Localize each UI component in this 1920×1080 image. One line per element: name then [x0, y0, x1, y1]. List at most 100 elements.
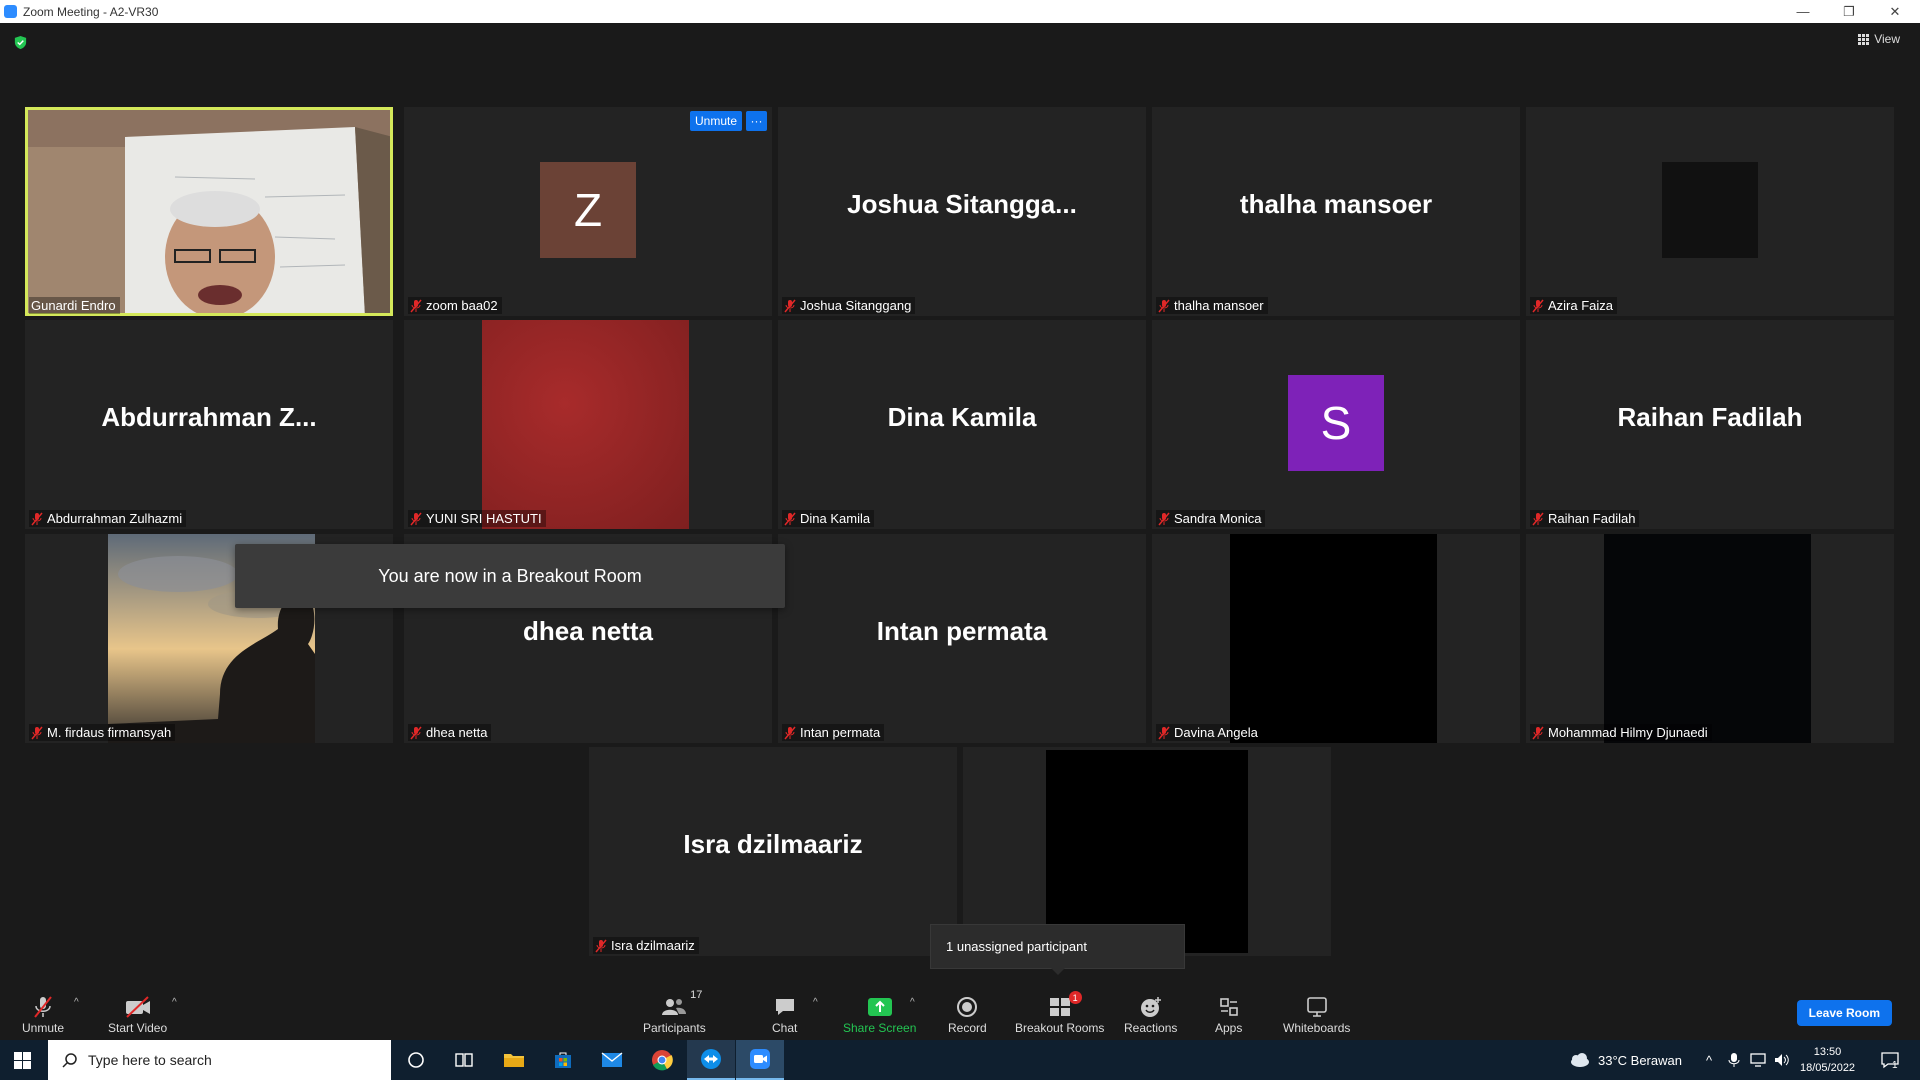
- microphone-tray-icon[interactable]: [1728, 1040, 1740, 1080]
- participant-name-tag: Davina Angela: [1156, 724, 1262, 741]
- window-titlebar: Zoom Meeting - A2-VR30 — ❐ ✕: [0, 0, 1920, 23]
- encryption-shield-icon[interactable]: [13, 35, 28, 50]
- view-button[interactable]: View: [1858, 32, 1900, 46]
- chat-label: Chat: [772, 1021, 798, 1035]
- zoom-taskbar-icon[interactable]: [736, 1040, 784, 1080]
- windows-taskbar: Type here to search 33°C Berawan ^ 13:50…: [0, 1040, 1920, 1080]
- participant-name-tag: Abdurrahman Zulhazmi: [29, 510, 187, 527]
- whiteboard-icon: [1306, 997, 1327, 1017]
- start-video-button[interactable]: Start Video: [108, 993, 167, 1035]
- file-explorer-icon[interactable]: [490, 1040, 538, 1080]
- notification-center-icon[interactable]: 1: [1880, 1040, 1899, 1080]
- participant-name-tag: Joshua Sitanggang: [782, 297, 916, 314]
- video-tile-joshua-sitanggang[interactable]: Joshua Sitangga... Joshua Sitanggang: [778, 107, 1146, 316]
- video-tile-thalha-mansoer[interactable]: thalha mansoer thalha mansoer: [1152, 107, 1520, 316]
- participant-display-name: Joshua Sitangga...: [847, 189, 1077, 219]
- video-tile-isra-dzilmaariz[interactable]: Isra dzilmaariz Isra dzilmaariz: [589, 747, 957, 956]
- participant-name: thalha mansoer: [1174, 298, 1264, 313]
- share-screen-icon: [867, 998, 892, 1016]
- volume-tray-icon[interactable]: [1774, 1040, 1790, 1080]
- search-icon: [62, 1053, 77, 1068]
- task-view-icon[interactable]: [440, 1040, 488, 1080]
- zoom-app-icon: [4, 5, 17, 18]
- breakout-rooms-button[interactable]: 1 Breakout Rooms: [1015, 991, 1104, 1035]
- participant-display-name: Raihan Fadilah: [1617, 402, 1803, 432]
- video-tile-yuni-sri-hastuti[interactable]: YUNI SRI HASTUTI: [404, 320, 772, 529]
- network-tray-icon[interactable]: [1750, 1040, 1768, 1080]
- participant-name-tag: Azira Faiza: [1530, 297, 1618, 314]
- chat-button[interactable]: Chat: [772, 993, 797, 1035]
- muted-mic-icon: [1532, 299, 1544, 312]
- tile-more-options-button[interactable]: ···: [746, 111, 767, 131]
- share-screen-button[interactable]: Share Screen: [843, 993, 916, 1035]
- minimize-button[interactable]: —: [1780, 0, 1826, 23]
- whiteboards-button[interactable]: Whiteboards: [1283, 993, 1350, 1035]
- tile-unmute-button[interactable]: Unmute: [690, 111, 743, 131]
- participant-avatar: [1662, 162, 1758, 258]
- audio-options-caret-icon[interactable]: ^: [74, 997, 79, 1008]
- video-options-caret-icon[interactable]: ^: [172, 997, 177, 1008]
- video-tile-intan-permata[interactable]: Intan permata Intan permata: [778, 534, 1146, 743]
- record-button[interactable]: Record: [948, 993, 987, 1035]
- video-tile-zoom-baa02[interactable]: Z zoom baa02: [404, 107, 772, 316]
- video-tile-raihan-fadilah[interactable]: Raihan Fadilah Raihan Fadilah: [1526, 320, 1894, 529]
- muted-mic-icon: [784, 299, 796, 312]
- participant-name: M. firdaus firmansyah: [47, 725, 172, 740]
- participant-name: dhea netta: [426, 725, 488, 740]
- video-tile-dina-kamila[interactable]: Dina Kamila Dina Kamila: [778, 320, 1146, 529]
- share-screen-label: Share Screen: [843, 1021, 917, 1035]
- unmute-button[interactable]: Unmute: [22, 993, 64, 1035]
- chrome-icon[interactable]: [638, 1040, 686, 1080]
- apps-button[interactable]: Apps: [1215, 993, 1242, 1035]
- clock-time: 13:50: [1813, 1046, 1842, 1058]
- cortana-circle-icon[interactable]: [392, 1040, 440, 1080]
- participant-video: [482, 320, 689, 529]
- record-icon: [957, 997, 978, 1017]
- video-tile-abdurrahman-zulhazmi[interactable]: Abdurrahman Z... Abdurrahman Zulhazmi: [25, 320, 393, 529]
- leave-room-button[interactable]: Leave Room: [1796, 1000, 1892, 1026]
- participant-name: Intan permata: [800, 725, 881, 740]
- weather-widget[interactable]: 33°C Berawan: [1568, 1040, 1682, 1080]
- restore-button[interactable]: ❐: [1826, 0, 1872, 23]
- participants-count: 17: [690, 989, 703, 1001]
- participants-button[interactable]: 17 Participants: [643, 989, 706, 1035]
- participant-name-tag: Gunardi Endro: [29, 297, 120, 314]
- participant-name: zoom baa02: [426, 298, 498, 313]
- microsoft-store-icon[interactable]: [539, 1040, 587, 1080]
- video-tile-azira-faiza[interactable]: Azira Faiza: [1526, 107, 1894, 316]
- muted-mic-icon: [1158, 726, 1170, 739]
- teamviewer-icon[interactable]: [687, 1040, 735, 1080]
- chat-options-caret-icon[interactable]: ^: [813, 997, 818, 1008]
- participant-name-tag: zoom baa02: [408, 297, 502, 314]
- clock-date: 18/05/2022: [1800, 1062, 1856, 1074]
- muted-mic-icon: [1158, 299, 1170, 312]
- participant-name: Dina Kamila: [800, 511, 871, 526]
- participant-name-tag: Dina Kamila: [782, 510, 875, 527]
- muted-mic-icon: [595, 939, 607, 952]
- mail-icon[interactable]: [588, 1040, 636, 1080]
- share-options-caret-icon[interactable]: ^: [910, 997, 915, 1008]
- apps-label: Apps: [1215, 1021, 1243, 1035]
- window-title: Zoom Meeting - A2-VR30: [23, 4, 159, 19]
- video-tile-sandra-monica[interactable]: S Sandra Monica: [1152, 320, 1520, 529]
- participant-video: [1046, 750, 1248, 953]
- chat-icon: [775, 999, 794, 1015]
- participant-name: Gunardi Endro: [31, 298, 116, 313]
- participant-name-tag: Intan permata: [782, 724, 885, 741]
- video-tile-gunardi-endro[interactable]: Gunardi Endro: [25, 107, 393, 316]
- taskbar-search-box[interactable]: Type here to search: [48, 1040, 391, 1080]
- participant-video: [1604, 534, 1811, 743]
- taskbar-clock[interactable]: 13:50 18/05/2022: [1800, 1044, 1855, 1076]
- close-button[interactable]: ✕: [1872, 0, 1918, 23]
- participant-name-tag: Raihan Fadilah: [1530, 510, 1640, 527]
- windows-start-icon[interactable]: [14, 1052, 31, 1069]
- video-tile-mohammad-hilmy-djunaedi[interactable]: Mohammad Hilmy Djunaedi: [1526, 534, 1894, 743]
- video-off-icon: [125, 996, 150, 1018]
- show-hidden-icons-chevron-icon[interactable]: ^: [1706, 1040, 1712, 1080]
- participants-label: Participants: [643, 1021, 706, 1035]
- search-placeholder: Type here to search: [88, 1052, 212, 1068]
- muted-mic-icon: [1158, 512, 1170, 525]
- participant-name: Isra dzilmaariz: [611, 938, 695, 953]
- video-tile-davina-angela[interactable]: Davina Angela: [1152, 534, 1520, 743]
- reactions-button[interactable]: Reactions: [1124, 993, 1177, 1035]
